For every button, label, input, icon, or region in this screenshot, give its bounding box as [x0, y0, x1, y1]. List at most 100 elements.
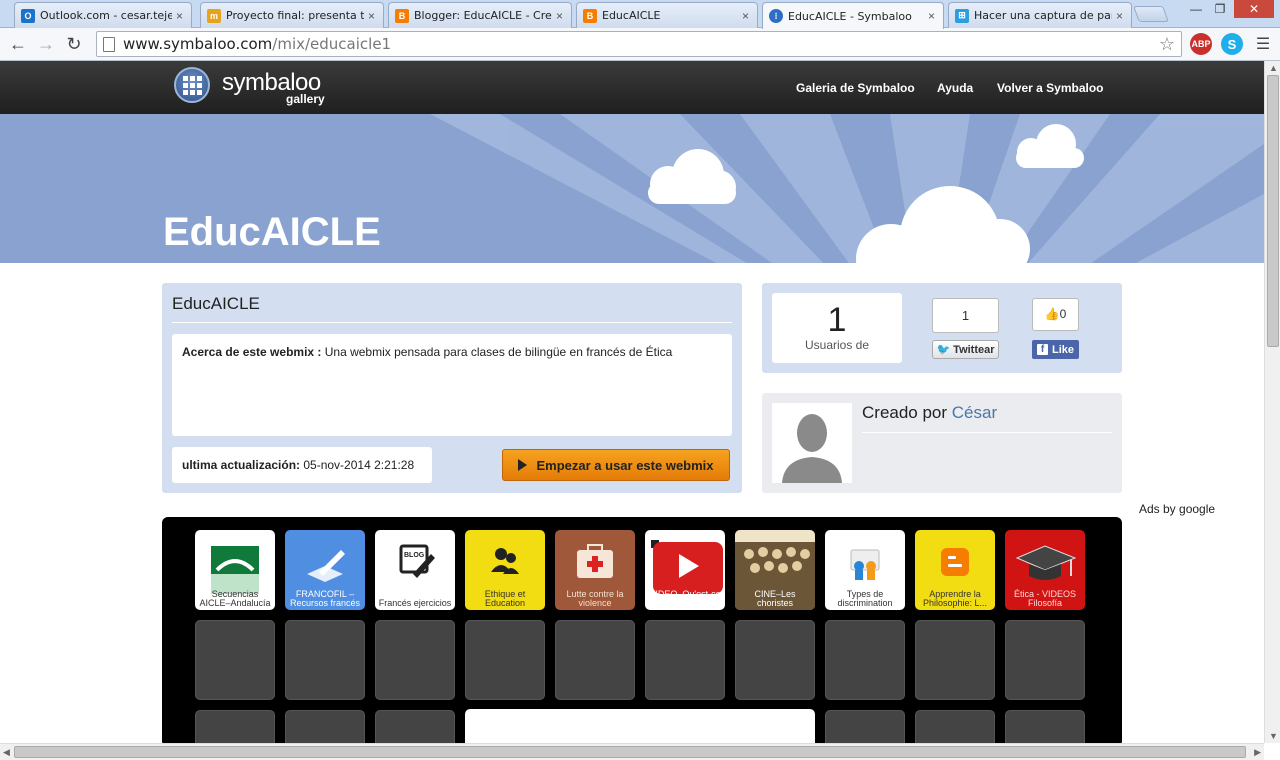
menu-icon[interactable]: ☰	[1251, 32, 1275, 56]
tab-title: Proyecto final: presenta tu	[226, 9, 364, 22]
vertical-scroll-thumb[interactable]	[1267, 75, 1279, 347]
scroll-left-icon[interactable]: ◀	[3, 747, 10, 758]
empty-tile[interactable]	[825, 620, 905, 700]
empty-tile[interactable]	[915, 620, 995, 700]
browser-tab-proyecto[interactable]: m Proyecto final: presenta tu ×	[200, 2, 384, 28]
nav-galeria-link[interactable]: Galeria de Symbaloo	[796, 81, 915, 95]
address-bar[interactable]: www.symbaloo.com/mix/educaicle1 ☆	[96, 31, 1182, 57]
tweet-label: Twittear	[953, 343, 995, 356]
scroll-down-icon[interactable]: ▼	[1269, 731, 1278, 741]
empty-tile[interactable]	[915, 710, 995, 747]
restore-icon[interactable]: ❐	[1206, 0, 1234, 18]
tile-ethique-education[interactable]: Ethique et Education	[465, 530, 545, 610]
tab-close-icon[interactable]: ×	[368, 9, 375, 23]
tile-apprendre-philosophie[interactable]: Apprendre la Philosophie: L...	[915, 530, 995, 610]
back-arrow-icon[interactable]: ←	[6, 32, 30, 56]
search-widget[interactable]	[465, 709, 815, 747]
symbaloo-logo-icon[interactable]	[174, 67, 210, 103]
outlook-icon: O	[21, 8, 35, 23]
last-updated-box: ultima actualización: 05-nov-2014 2:21:2…	[172, 447, 432, 483]
browser-tab-symbaloo[interactable]: ⁝ EducAICLE - Symbaloo ×	[762, 2, 944, 29]
like-label: Like	[1051, 343, 1074, 356]
tab-close-icon[interactable]: ×	[1116, 9, 1123, 23]
skype-icon[interactable]: S	[1221, 33, 1243, 55]
tile-francofil[interactable]: FRANCOFIL – Recursos francés	[285, 530, 365, 610]
empty-tile[interactable]	[375, 620, 455, 700]
svg-text:BLOG: BLOG	[404, 552, 425, 559]
browser-tabstrip: O Outlook.com - cesar.tejedor × m Proyec…	[0, 0, 1280, 29]
tile-lutte-violence[interactable]: Lutte contre la violence	[555, 530, 635, 610]
tab-close-icon[interactable]: ×	[742, 9, 749, 23]
empty-tile[interactable]	[195, 710, 275, 747]
bookmark-star-icon[interactable]: ☆	[1159, 34, 1175, 55]
empty-tile[interactable]	[735, 620, 815, 700]
moodle-icon: m	[207, 8, 221, 23]
new-tab-button[interactable]	[1133, 6, 1169, 22]
empty-tile[interactable]	[465, 620, 545, 700]
play-icon	[518, 459, 528, 471]
url-path: /mix/educaicle1	[272, 35, 392, 53]
tile-cine-choristes[interactable]: CINE–Les choristes	[735, 530, 815, 610]
page-title: EducAICLE	[163, 210, 381, 254]
like-count: 0	[1059, 307, 1067, 321]
tile-label: Francés ejercicios	[378, 598, 452, 608]
empty-tile[interactable]	[195, 620, 275, 700]
tab-close-icon[interactable]: ×	[556, 9, 563, 23]
browser-tab-blogger[interactable]: B Blogger: EducAICLE - Crear ×	[388, 2, 572, 28]
empty-tile[interactable]	[645, 620, 725, 700]
scroll-up-icon[interactable]: ▲	[1269, 63, 1278, 73]
scroll-right-icon[interactable]: ▶	[1254, 747, 1261, 758]
horizontal-scroll-thumb[interactable]	[14, 746, 1246, 758]
tile-label: Apprendre la Philosophie: L...	[922, 589, 988, 608]
empty-tile[interactable]	[285, 710, 365, 747]
forward-arrow-icon[interactable]: →	[34, 32, 58, 56]
users-count-box: 1 Usuarios de	[772, 293, 902, 363]
start-webmix-button[interactable]: Empezar a usar este webmix	[502, 449, 730, 481]
symbaloo-icon: ⁝	[769, 9, 783, 23]
creator-panel: Creado por César	[762, 393, 1122, 493]
facebook-like-button[interactable]: f Like	[1032, 340, 1079, 359]
tile-frances-ejercicios[interactable]: BLOG Francés ejercicios	[375, 530, 455, 610]
vertical-scrollbar[interactable]: ▲ ▼	[1264, 61, 1280, 743]
creator-name-link[interactable]: César	[952, 403, 997, 422]
windows-icon: ⊞	[955, 8, 969, 23]
empty-tile[interactable]	[555, 620, 635, 700]
empty-tile[interactable]	[285, 620, 365, 700]
browser-toolbar: ← → ↻ www.symbaloo.com/mix/educaicle1 ☆ …	[0, 28, 1280, 61]
reload-icon[interactable]: ↻	[62, 32, 86, 56]
avatar[interactable]	[772, 403, 852, 483]
twitter-bird-icon: 🐦	[936, 344, 951, 356]
tile-etica-videos[interactable]: Ética - VIDEOS Filosofía	[1005, 530, 1085, 610]
adblock-plus-icon[interactable]: ABP	[1190, 33, 1212, 55]
creator-prefix: Creado por	[862, 403, 952, 422]
about-box: Acerca de este webmix : Una webmix pensa…	[172, 334, 732, 436]
browser-tab-outlook[interactable]: O Outlook.com - cesar.tejedor ×	[14, 2, 192, 28]
site-header: symbaloo gallery Galeria de Symbaloo Ayu…	[0, 61, 1264, 114]
tab-close-icon[interactable]: ×	[176, 9, 183, 23]
tweet-button[interactable]: 🐦 Twittear	[932, 340, 999, 359]
hero-banner: EducAICLE	[0, 114, 1264, 263]
empty-tile[interactable]	[1005, 710, 1085, 747]
webmix-info-panel: EducAICLE Acerca de este webmix : Una we…	[162, 283, 742, 493]
empty-tile[interactable]	[1005, 620, 1085, 700]
empty-tile[interactable]	[375, 710, 455, 747]
nav-ayuda-link[interactable]: Ayuda	[937, 81, 973, 95]
tile-label: Types de discrimination	[837, 589, 893, 608]
close-window-icon[interactable]: ✕	[1234, 0, 1274, 18]
nav-volver-link[interactable]: Volver a Symbaloo	[997, 81, 1103, 95]
webmix-title: EducAICLE	[172, 294, 260, 313]
tab-close-icon[interactable]: ×	[928, 9, 935, 23]
tile-label: Ethique et Education	[484, 589, 526, 608]
horizontal-scrollbar[interactable]: ◀ ▶	[0, 743, 1264, 760]
tile-types-discrimination[interactable]: Types de discrimination	[825, 530, 905, 610]
tile-label: Secuencias AICLE–Andalucía	[199, 589, 271, 608]
browser-tab-educaicle[interactable]: B EducAICLE ×	[576, 2, 758, 28]
tile-secuencias-aicle[interactable]: Secuencias AICLE–Andalucía	[195, 530, 275, 610]
url-host: www.symbaloo.com	[123, 35, 273, 53]
ads-label[interactable]: Ads by google	[1139, 502, 1215, 516]
empty-tile[interactable]	[825, 710, 905, 747]
tab-title: Blogger: EducAICLE - Crear	[414, 9, 552, 22]
browser-tab-captura[interactable]: ⊞ Hacer una captura de pantalla ×	[948, 2, 1132, 28]
user-silhouette-icon	[782, 414, 842, 483]
tile-video-ethique[interactable]: VIDEO–Qu'est-ce que l'éthiqu...	[645, 530, 725, 610]
